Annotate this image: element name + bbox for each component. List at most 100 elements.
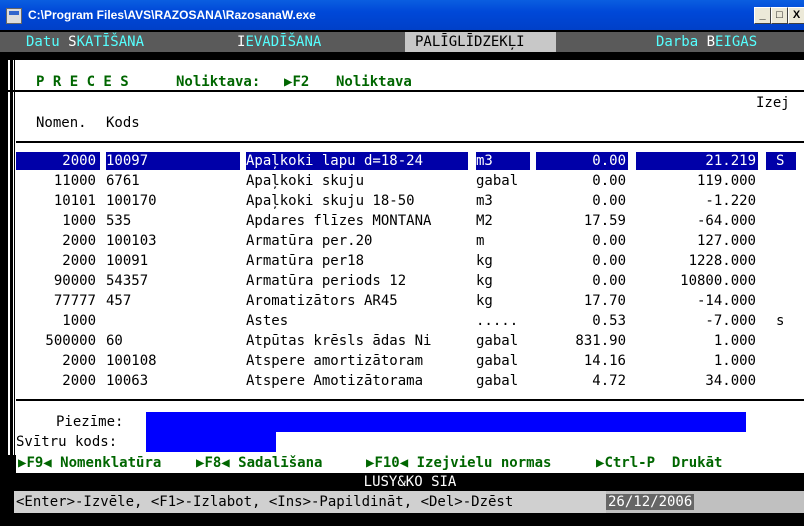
table-row[interactable]: 1000 535 Apdares flīzes MONTANA M2 17.59 -64.… <box>16 212 804 232</box>
cell-price: 17.59 <box>583 213 626 229</box>
menu-ievadisana[interactable]: IEVADĪŠANA <box>237 34 321 50</box>
cell-qty: 1228.000 <box>688 253 756 269</box>
app-icon <box>6 8 22 24</box>
piezime-input[interactable] <box>146 412 746 432</box>
cell-nomen: 2000 <box>62 233 96 249</box>
svitru-kods-input[interactable] <box>146 432 276 452</box>
table-row[interactable]: 77777 457 Aromatizātors AR45 kg 17.70 -14.000 <box>16 292 804 312</box>
cell-price: 0.00 <box>592 173 626 189</box>
window-title: C:\Program Files\AVS\RAZOSANA\RazosanaW.… <box>28 8 316 22</box>
cell-price: 0.00 <box>592 273 626 289</box>
store-label: Noliktava: <box>176 74 261 90</box>
cell-nomen: 10101 <box>53 193 96 209</box>
cell-qty: -7.000 <box>705 313 756 329</box>
cell-price: 14.16 <box>583 353 626 369</box>
cell-qty: 10800.000 <box>680 273 756 289</box>
cell-unit: M2 <box>476 213 493 229</box>
store-value: Noliktava <box>336 74 412 90</box>
f10-izejvielu-normas[interactable]: ▶F10◀ Izejvielu normas <box>366 455 551 471</box>
cell-name: Aromatizātors AR45 <box>246 293 398 309</box>
table-bottom-separator <box>16 399 804 401</box>
menu-darba-beigas[interactable]: Darba BEIGAS <box>656 34 757 50</box>
cell-kods: 535 <box>106 213 132 229</box>
table-row[interactable]: 1000 Astes..... 0.53 -7.000 s <box>16 312 804 332</box>
cell-qty: -1.220 <box>705 193 756 209</box>
cell-kods: 100108 <box>106 353 157 369</box>
close-button[interactable]: X <box>788 7 804 24</box>
ctrl-p-drukat[interactable]: ▶Ctrl-P Drukāt <box>596 455 722 471</box>
cell-price: 0.00 <box>592 153 626 169</box>
table-row[interactable]: 2000 10063 Atspere Amotizātorama gabal 4.72 3… <box>16 372 804 392</box>
svitru-kods-label: Svītru kods: <box>16 434 118 450</box>
cell-kods: 6761 <box>106 173 140 189</box>
cell-qty: -14.000 <box>696 293 756 309</box>
cell-kods: 100103 <box>106 233 157 249</box>
cell-unit: gabal <box>476 373 519 389</box>
cell-price: 0.00 <box>592 193 626 209</box>
table-row[interactable]: 11000 6761 Apaļkoki skuju gabal 0.00 119.000 <box>16 172 804 192</box>
cell-name: Atpūtas krēsls ādas Ni <box>246 333 432 349</box>
cell-unit: kg <box>476 273 493 289</box>
cell-price: 4.72 <box>592 373 626 389</box>
cell-flag: s <box>776 313 785 329</box>
column-kods: Kods <box>106 115 140 131</box>
key-hints: <Enter>-Izvēle, <F1>-Izlabot, <Ins>-Papi… <box>16 494 514 510</box>
cell-name: Apaļkoki lapu d=18-24 <box>246 153 424 169</box>
cell-nomen: 2000 <box>62 153 96 169</box>
cell-unit: gabal <box>476 353 519 369</box>
cell-name: Astes <box>246 313 289 329</box>
table-row[interactable]: 2000 10091 Armatūra per18 kg 0.00 1228.000 <box>16 252 804 272</box>
piezime-label: Piezīme: <box>56 414 124 430</box>
cell-name: Armatūra periods 12 <box>246 273 407 289</box>
cell-nomen: 1000 <box>62 313 96 329</box>
header-separator <box>8 90 804 92</box>
current-date: 26/12/2006 <box>606 494 695 510</box>
cell-qty: -64.000 <box>696 213 756 229</box>
cell-price: 0.00 <box>592 233 626 249</box>
cell-qty: 21.219 <box>705 153 756 169</box>
cell-qty: 127.000 <box>696 233 756 249</box>
cell-kods: 10097 <box>106 153 149 169</box>
cell-price: 831.90 <box>575 333 626 349</box>
table-row[interactable]: 90000 54357 Armatūra periods 12 kg 0.00 10800… <box>16 272 804 292</box>
f8-sadalisana[interactable]: ▶F8◀ Sadalīšana <box>196 455 322 471</box>
cell-nomen: 90000 <box>53 273 96 289</box>
f2-key[interactable]: ▶F2 <box>284 74 309 90</box>
cell-unit: m <box>476 233 485 249</box>
cell-price: 0.53 <box>592 313 626 329</box>
cell-name: Apdares flīzes MONTANA <box>246 213 432 229</box>
cell-kods: 60 <box>106 333 123 349</box>
table-row[interactable]: 2000 100108 Atspere amortizātoram gabal 14.1… <box>16 352 804 372</box>
cell-price: 0.00 <box>592 253 626 269</box>
cell-unit: kg <box>476 253 493 269</box>
cell-price: 17.70 <box>583 293 626 309</box>
minimize-button[interactable]: _ <box>754 7 771 24</box>
cell-kods: 54357 <box>106 273 149 289</box>
cell-name: Atspere Amotizātorama <box>246 373 424 389</box>
cell-nomen: 77777 <box>53 293 96 309</box>
cell-kods: 10091 <box>106 253 149 269</box>
table-row[interactable]: 10101 100170 Apaļkoki skuju 18-50 m3 0.00 -1.… <box>16 192 804 212</box>
cell-kods: 10063 <box>106 373 149 389</box>
f9-nomenklatura[interactable]: ▶F9◀ Nomenklatūra <box>18 455 161 471</box>
cell-nomen: 2000 <box>62 373 96 389</box>
cell-nomen: 1000 <box>62 213 96 229</box>
cell-unit: gabal <box>476 173 519 189</box>
cell-name: Apaļkoki skuju 18-50 <box>246 193 415 209</box>
table-row[interactable]: 500000 60 Atpūtas krēsls ādas Ni gabal 831.9… <box>16 332 804 352</box>
table-row[interactable]: 2000 10097 Apaļkoki lapu d=18-24 m3 0.00 21.2… <box>16 152 804 172</box>
row-marker <box>16 152 26 170</box>
menu-datu-skatisana[interactable]: Datu SKATĪŠANA <box>26 34 144 50</box>
cell-qty: 1.000 <box>713 333 756 349</box>
cell-name: Armatūra per18 <box>246 253 365 269</box>
cell-flag: S <box>776 153 785 169</box>
company-name: LUSY&KO SIA <box>16 473 804 491</box>
cell-name: Armatūra per.20 <box>246 233 373 249</box>
cell-qty: 1.000 <box>713 353 756 369</box>
menu-paliglidzekli[interactable]: PALĪGLĪDZEKĻI <box>415 34 525 50</box>
restore-button[interactable]: □ <box>771 7 788 24</box>
table-row[interactable]: 2000 100103 Armatūra per.20 m 0.00 127.000 <box>16 232 804 252</box>
cell-nomen: 11000 <box>53 173 96 189</box>
cell-name: Atspere amortizātoram <box>246 353 424 369</box>
column-izej: Izej <box>756 95 790 111</box>
